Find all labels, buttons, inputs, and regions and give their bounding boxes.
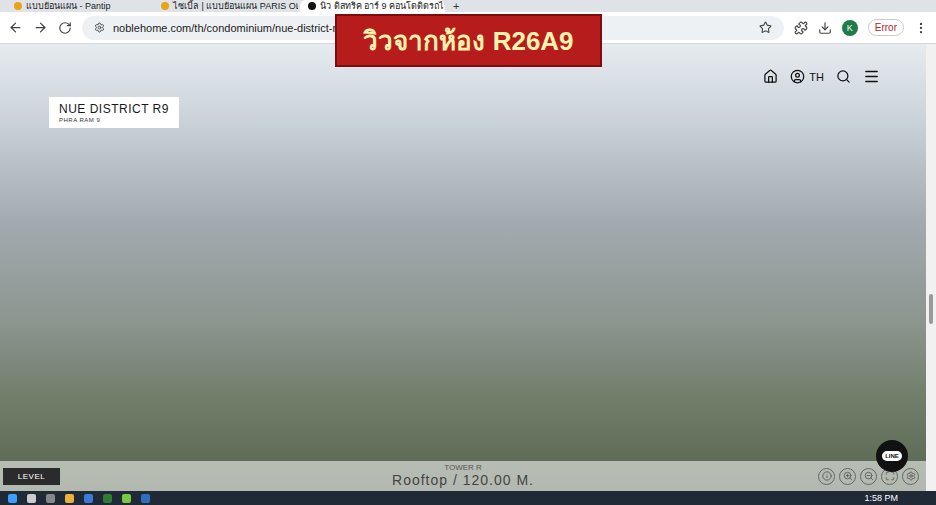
- forward-icon[interactable]: [33, 20, 48, 35]
- zoom-out-icon[interactable]: [860, 468, 877, 485]
- download-icon[interactable]: [818, 21, 832, 35]
- taskbar-app-icon[interactable]: [122, 494, 131, 503]
- bookmark-star-icon[interactable]: [759, 21, 772, 34]
- tab-strip: แบบย้อนแผน - Pantipไซเบิ้ล | แบบย้อนแผน …: [0, 0, 936, 12]
- scrollbar-thumb[interactable]: [929, 294, 933, 324]
- new-tab-button[interactable]: +: [447, 1, 465, 12]
- scrollbar[interactable]: [926, 44, 936, 491]
- taskbar-app-icon[interactable]: [27, 494, 36, 503]
- back-icon[interactable]: [8, 20, 23, 35]
- favicon-icon: [14, 2, 22, 10]
- view-caption-banner: วิวจากห้อง R26A9: [335, 14, 602, 67]
- zoom-in-icon[interactable]: [839, 468, 856, 485]
- taskbar-app-icon[interactable]: [84, 494, 93, 503]
- clock[interactable]: 1:58 PM: [864, 493, 928, 503]
- settings-icon[interactable]: [902, 468, 919, 485]
- favicon-icon: [308, 2, 316, 10]
- extensions-icon[interactable]: [794, 21, 808, 35]
- language-switch[interactable]: TH: [809, 71, 824, 83]
- taskbar-app-icon[interactable]: [141, 494, 150, 503]
- level-button[interactable]: LEVEL: [3, 468, 60, 485]
- home-icon[interactable]: [763, 69, 778, 84]
- browser-tab[interactable]: ไซเบิ้ล | แบบย้อนแผน PARIS OLYMP: [153, 0, 298, 12]
- panorama-view[interactable]: NUE DISTRICT R9PHRA RAM 9 TH LEVEL TOWER RR…: [0, 44, 926, 491]
- site-info-icon[interactable]: [94, 22, 105, 33]
- taskbar-app-icon[interactable]: [8, 494, 17, 503]
- search-icon[interactable]: [836, 69, 851, 84]
- site-nav: TH: [763, 68, 880, 85]
- web-page: NUE DISTRICT R9PHRA RAM 9 TH LEVEL TOWER RR…: [0, 44, 936, 491]
- profile-avatar[interactable]: K: [842, 20, 858, 36]
- view-label: TOWER RRooftop / 120.00 M.: [392, 464, 534, 488]
- favicon-icon: [161, 2, 169, 10]
- taskbar: 1:58 PM: [0, 491, 936, 505]
- browser-tab[interactable]: นิว ดิสทริค อาร์ 9 คอนโดติดรถไฟฟ้า: [300, 0, 445, 12]
- user-icon[interactable]: [790, 69, 805, 84]
- viewer-bottom-bar: LEVEL TOWER RRooftop / 120.00 M.: [0, 461, 926, 491]
- line-chat-button[interactable]: LINE: [876, 440, 908, 472]
- taskbar-app-icon[interactable]: [103, 494, 112, 503]
- viewer-controls: [818, 468, 923, 485]
- site-logo[interactable]: NUE DISTRICT R9PHRA RAM 9: [49, 97, 179, 128]
- taskbar-app-icon[interactable]: [65, 494, 74, 503]
- menu-dots-icon[interactable]: [914, 21, 928, 35]
- menu-icon[interactable]: [863, 68, 880, 85]
- browser-tab[interactable]: แบบย้อนแผน - Pantip: [6, 0, 151, 12]
- error-badge[interactable]: Error: [868, 19, 904, 36]
- screen: แบบย้อนแผน - Pantipไซเบิ้ล | แบบย้อนแผน …: [0, 0, 936, 505]
- taskbar-app-icon[interactable]: [46, 494, 55, 503]
- reload-icon[interactable]: [58, 21, 72, 35]
- info-icon[interactable]: [818, 468, 835, 485]
